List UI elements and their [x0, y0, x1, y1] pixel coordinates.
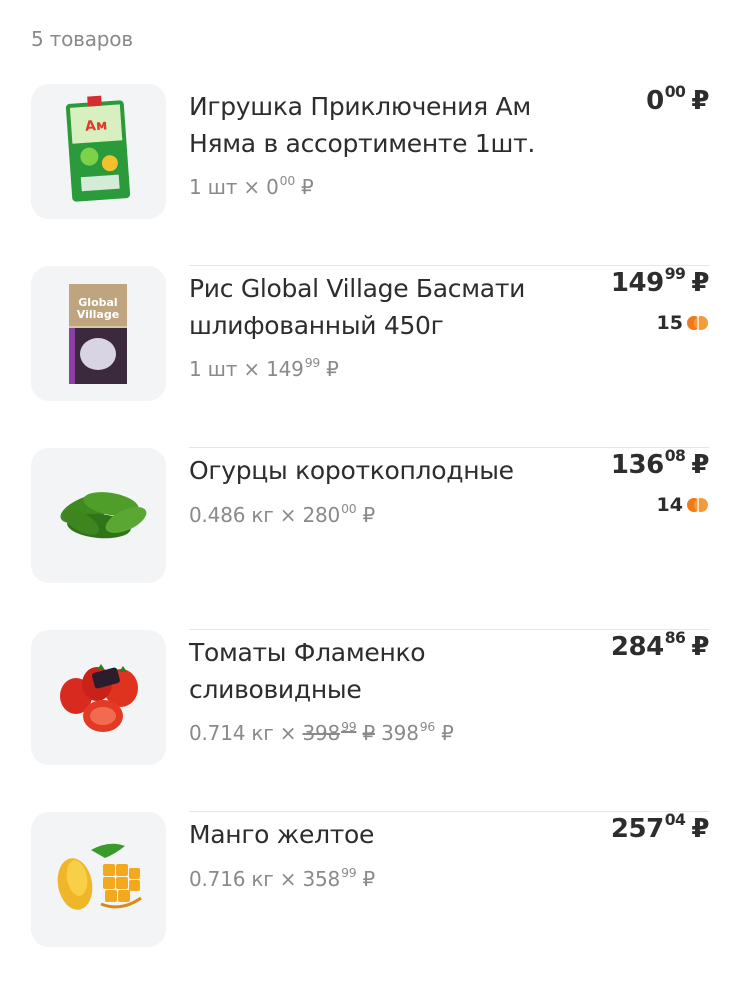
- item-price: 25704 ₽: [610, 811, 710, 844]
- product-name[interactable]: Томаты Фламенко сливовидные: [189, 634, 589, 708]
- cucumbers-image: [31, 448, 166, 583]
- product-name[interactable]: Рис Global Village Басмати шлифованный 4…: [189, 270, 589, 344]
- list-item[interactable]: Томаты Фламенко сливовидные 0.714 кг × 3…: [0, 629, 740, 812]
- item-price: 13608 ₽: [610, 447, 710, 480]
- bonus-badge: 15: [657, 312, 709, 334]
- quantity-line: 0.714 кг × 39899 ₽ 39896 ₽: [189, 719, 454, 745]
- tomatoes-image: [31, 630, 166, 765]
- mango-image: [31, 812, 166, 947]
- list-item[interactable]: Огурцы короткоплодные 0.486 кг × 28000 ₽ …: [0, 447, 740, 630]
- toy-pack-image: Ам: [31, 84, 166, 219]
- rice-pack-image: Global Village: [31, 266, 166, 401]
- product-name[interactable]: Игрушка Приключения Ам Няма в ассортимен…: [189, 88, 589, 162]
- product-name[interactable]: Огурцы короткоплодные: [189, 452, 589, 489]
- svg-text:Ам: Ам: [85, 117, 108, 135]
- bonus-coin-icon: [687, 496, 709, 514]
- list-item[interactable]: Манго желтое 0.716 кг × 35899 ₽ 25704 ₽: [0, 811, 740, 994]
- product-name[interactable]: Манго желтое: [189, 816, 589, 853]
- new-unit-price: 39896 ₽: [381, 719, 454, 745]
- item-price: 28486 ₽: [610, 629, 710, 662]
- item-price: 000 ₽: [646, 83, 709, 116]
- svg-text:Village: Village: [77, 308, 119, 321]
- bonus-badge: 14: [657, 494, 709, 516]
- quantity-line: 1 шт × 14999 ₽: [189, 355, 339, 381]
- list-item[interactable]: Ам Игрушка Приключения Ам Няма в ассорти…: [0, 83, 740, 266]
- item-price: 14999 ₽: [610, 265, 710, 298]
- list-item[interactable]: Global Village Рис Global Village Басмат…: [0, 265, 740, 448]
- quantity-line: 0.486 кг × 28000 ₽: [189, 501, 375, 527]
- bonus-coin-icon: [687, 314, 709, 332]
- quantity-line: 0.716 кг × 35899 ₽: [189, 865, 375, 891]
- quantity-line: 1 шт × 000 ₽: [189, 173, 314, 199]
- old-unit-price: 39899 ₽: [302, 719, 376, 745]
- items-count: 5 товаров: [31, 27, 133, 51]
- order-items-list: Ам Игрушка Приключения Ам Няма в ассорти…: [0, 83, 740, 994]
